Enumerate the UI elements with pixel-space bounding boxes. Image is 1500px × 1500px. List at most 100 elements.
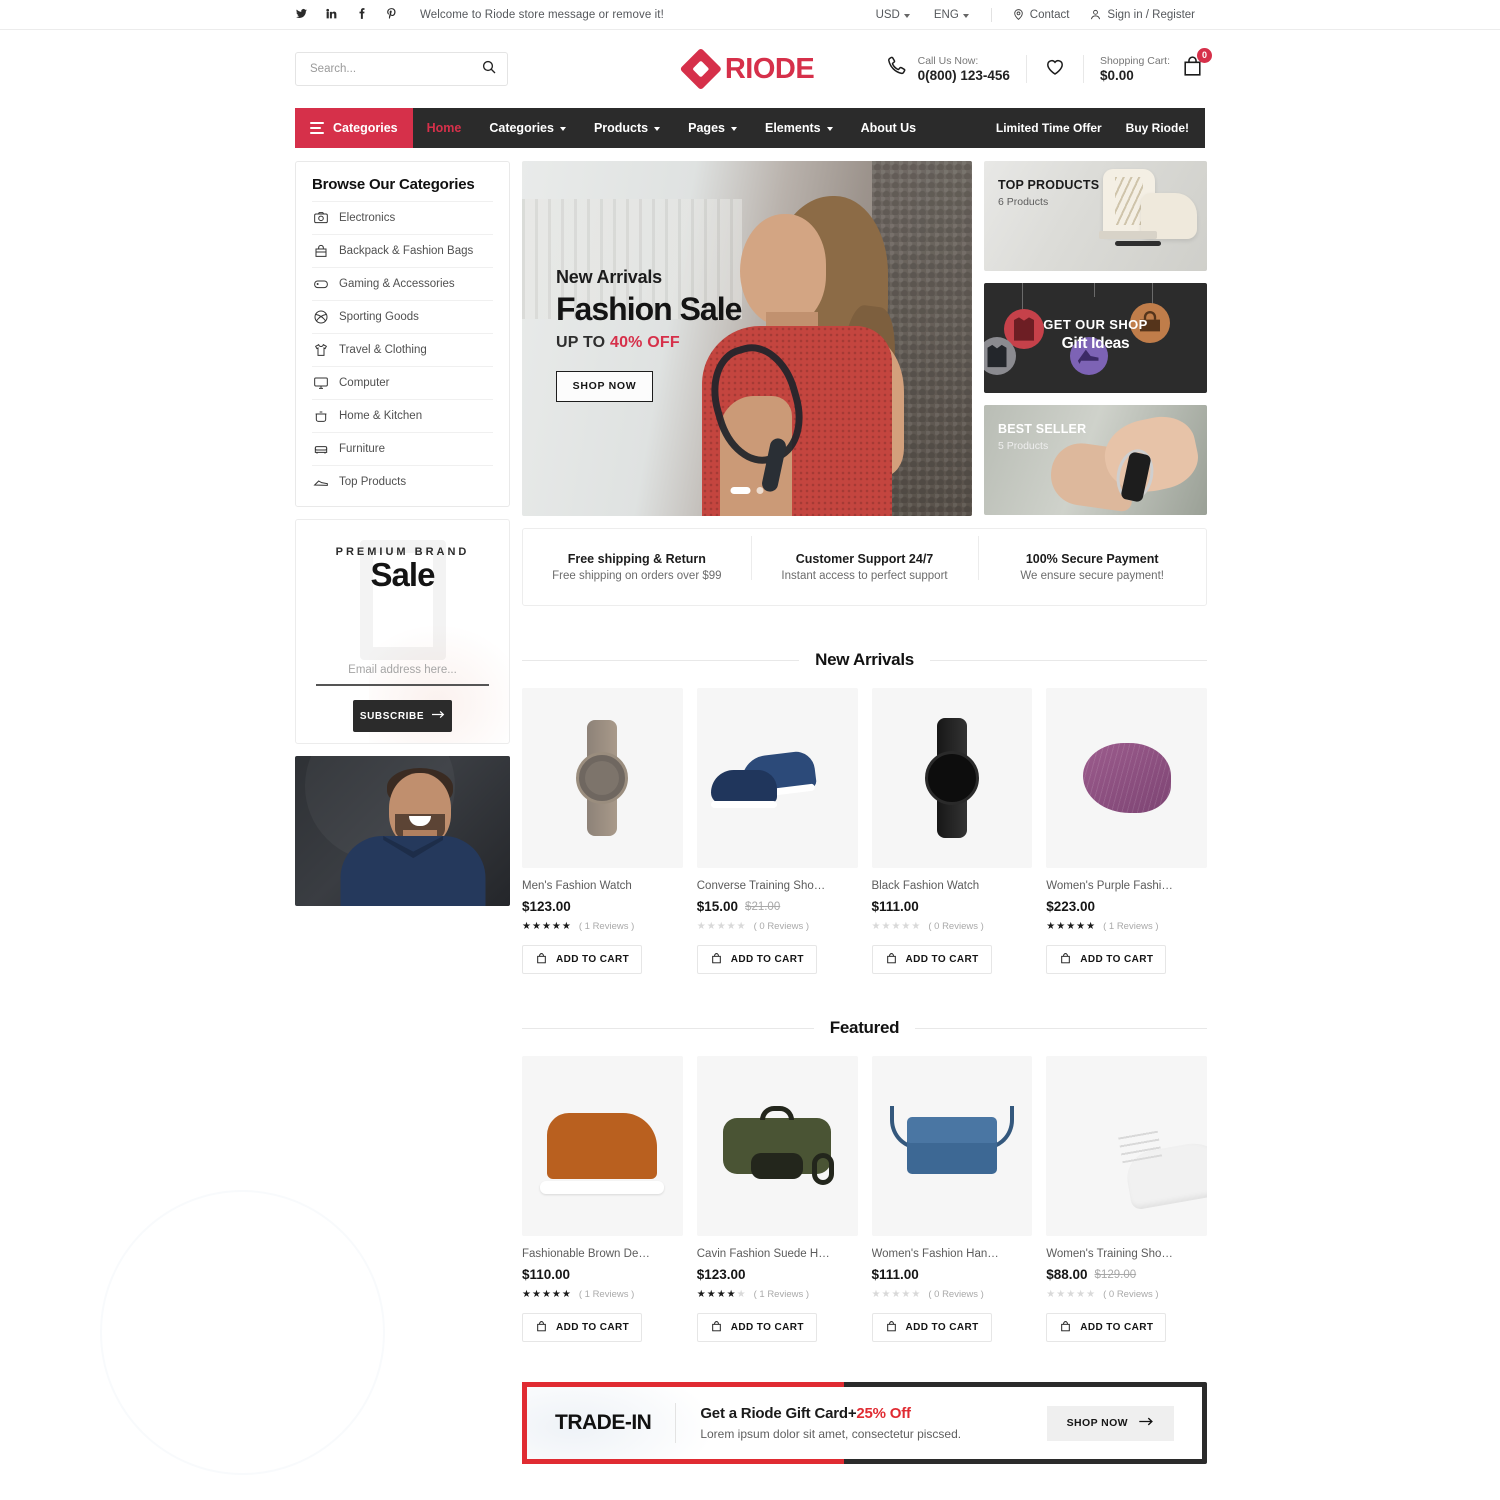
product-image[interactable]	[522, 688, 683, 868]
product-image[interactable]	[522, 1056, 683, 1236]
linkedin-icon[interactable]	[325, 7, 338, 22]
product-image[interactable]	[1046, 1056, 1207, 1236]
product-row-featured: Fashionable Brown De… $110.00 ★ ★ ★ ★ ★ ( 1 …	[522, 1056, 1207, 1342]
product-price-row: $123.00	[522, 899, 683, 914]
watch-dial	[585, 761, 620, 795]
currency-selector[interactable]: USD	[864, 9, 922, 21]
nav-item-products[interactable]: Products	[580, 108, 674, 148]
product-name[interactable]: Fashionable Brown De…	[522, 1248, 683, 1260]
sidebar-item-travel-clothing[interactable]: Travel & Clothing	[312, 333, 493, 366]
hero-pagination[interactable]	[730, 487, 764, 494]
trade-in-headline: Get a Riode Gift Card+25% Off	[700, 1405, 961, 1422]
sidebar-item-furniture[interactable]: Furniture	[312, 432, 493, 465]
add-to-cart-button[interactable]: ADD TO CART	[696, 1313, 817, 1342]
welcome-message: Welcome to Riode store message or remove…	[420, 8, 664, 21]
product-name[interactable]: Men's Fashion Watch	[522, 880, 683, 892]
email-input[interactable]	[316, 664, 489, 676]
trade-in-shop-now-button[interactable]: SHOP NOW	[1046, 1405, 1174, 1441]
search-input[interactable]	[310, 63, 481, 75]
product-image[interactable]	[696, 1056, 858, 1236]
product-price: $123.00	[522, 899, 571, 914]
service-title: 100% Secure Payment	[1025, 552, 1159, 566]
call-us-number: 0(800) 123-456	[917, 67, 1010, 83]
banner-top-products[interactable]: TOP PRODUCTS 6 Products	[984, 161, 1207, 271]
call-us-block[interactable]: Call Us Now: 0(800) 123-456	[885, 54, 1010, 84]
hero-slider[interactable]: New Arrivals Fashion Sale UP TO 40% OFF …	[522, 161, 972, 516]
account-link[interactable]: Sign in / Register	[1079, 8, 1205, 21]
hero-title: Fashion Sale	[556, 291, 742, 327]
facebook-icon[interactable]	[355, 7, 368, 22]
nav-item-pages[interactable]: Pages	[674, 108, 751, 148]
categories-menu-button[interactable]: Categories	[295, 108, 413, 148]
search-icon[interactable]	[481, 59, 497, 80]
cart-bag-icon	[710, 1320, 723, 1336]
sidebar-promo-banner[interactable]	[295, 756, 510, 906]
product-name[interactable]: Converse Training Sho…	[697, 880, 858, 892]
add-to-cart-button[interactable]: ADD TO CART	[1046, 1313, 1167, 1342]
cart-count-badge: 0	[1197, 47, 1212, 63]
sidebar-item-backpack-fashion-bags[interactable]: Backpack & Fashion Bags	[312, 234, 493, 267]
twitter-icon[interactable]	[295, 7, 308, 22]
add-to-cart-button[interactable]: ADD TO CART	[522, 945, 643, 974]
product-rating: ★ ★ ★ ★ ★ ( 0 Reviews )	[872, 921, 1033, 932]
hero-dot-1[interactable]	[730, 487, 751, 494]
nav-label: Buy Riode!	[1125, 121, 1189, 135]
add-to-cart-button[interactable]: ADD TO CART	[871, 945, 992, 974]
cart-bag-icon[interactable]: 0	[1180, 47, 1212, 84]
product-image[interactable]	[871, 688, 1033, 868]
add-to-cart-button[interactable]: ADD TO CART	[1046, 945, 1167, 974]
sidebar-item-electronics[interactable]: Electronics	[312, 201, 493, 234]
product-card: Cavin Fashion Suede H… $123.00 ★ ★ ★ ★ ★ ( 1…	[696, 1056, 858, 1342]
banner-best-seller[interactable]: BEST SELLER 5 Products	[984, 405, 1207, 515]
hero-dot-2[interactable]	[756, 487, 764, 494]
nav-item-about-us[interactable]: About Us	[847, 108, 931, 148]
nav-item-buy-riode[interactable]: Buy Riode!	[1114, 108, 1201, 148]
sidebar-item-gaming-accessories[interactable]: Gaming & Accessories	[312, 267, 493, 300]
sidebar-item-computer[interactable]: Computer	[312, 366, 493, 399]
product-image[interactable]	[696, 688, 858, 868]
cart-bag-icon	[1059, 1320, 1072, 1336]
product-image[interactable]	[1046, 688, 1207, 868]
banner-gift-ideas[interactable]: GET OUR SHOP Gift Ideas	[984, 283, 1207, 393]
add-to-cart-button[interactable]: ADD TO CART	[696, 945, 817, 974]
add-to-cart-button[interactable]: ADD TO CART	[871, 1313, 992, 1342]
wishlist-heart-icon[interactable]	[1043, 54, 1067, 83]
add-to-cart-button[interactable]: ADD TO CART	[522, 1313, 643, 1342]
banner-subtitle: 6 Products	[998, 196, 1049, 208]
product-name[interactable]: Women's Fashion Han…	[872, 1248, 1033, 1260]
product-name[interactable]: Black Fashion Watch	[872, 880, 1033, 892]
nav-item-limited-time-offer[interactable]: Limited Time Offer	[984, 108, 1114, 148]
product-rating: ★ ★ ★ ★ ★ ( 1 Reviews )	[1046, 921, 1207, 932]
sidebar-item-home-kitchen[interactable]: Home & Kitchen	[312, 399, 493, 432]
nav-item-categories[interactable]: Categories	[475, 108, 580, 148]
hero-shop-now-button[interactable]: SHOP NOW	[556, 370, 653, 402]
contact-link[interactable]: Contact	[1002, 8, 1080, 21]
cart-bag-icon	[710, 952, 723, 968]
trade-in-banner[interactable]: TRADE-IN Get a Riode Gift Card+25% Off L…	[522, 1382, 1207, 1464]
nav-item-home[interactable]: Home	[413, 108, 476, 148]
service-desc: Instant access to perfect support	[781, 570, 948, 582]
sidebar-item-sporting-goods[interactable]: Sporting Goods	[312, 300, 493, 333]
language-selector[interactable]: ENG	[922, 9, 981, 21]
cart-label: Shopping Cart:	[1099, 54, 1170, 67]
review-count: ( 1 Reviews )	[753, 1289, 810, 1300]
newsletter-field[interactable]	[316, 660, 489, 686]
search-box[interactable]	[295, 52, 508, 86]
product-image[interactable]	[871, 1056, 1033, 1236]
shopping-cart[interactable]: Shopping Cart: $0.00 0	[1099, 47, 1212, 84]
sofa-icon	[313, 441, 329, 457]
subscribe-button[interactable]: SUBSCRIBE	[353, 700, 452, 732]
banner-subtitle: 5 Products	[998, 440, 1049, 452]
top-bar: Welcome to Riode store message or remove…	[0, 0, 1500, 30]
sidebar-item-top-products[interactable]: Top Products	[312, 465, 493, 498]
category-label: Home & Kitchen	[339, 410, 423, 422]
product-price: $123.00	[696, 1267, 746, 1282]
product-name[interactable]: Women's Training Sho…	[1046, 1248, 1207, 1260]
site-logo[interactable]: RIODE	[679, 47, 815, 91]
pinterest-icon[interactable]	[385, 7, 398, 22]
nav-item-elements[interactable]: Elements	[751, 108, 847, 148]
product-name[interactable]: Cavin Fashion Suede H…	[697, 1248, 858, 1260]
star-rating-icon: ★ ★ ★ ★ ★	[1046, 920, 1096, 932]
product-name[interactable]: Women's Purple Fashi…	[1046, 880, 1207, 892]
product-rating: ★ ★ ★ ★ ★ ( 0 Reviews )	[872, 1289, 1033, 1300]
